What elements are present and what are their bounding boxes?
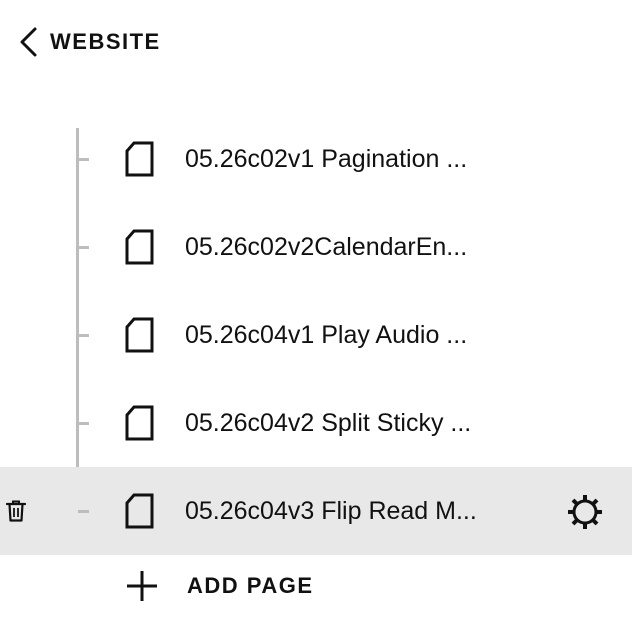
trash-icon[interactable] [5,499,27,523]
page-row[interactable]: 05.26c02v2CalendarEn... [0,203,632,291]
add-page-label: ADD PAGE [187,573,314,598]
page-title: 05.26c04v1 Play Audio ... [185,321,468,349]
tree-branch-tick [78,510,89,513]
page-icon [124,229,156,265]
chevron-left-icon [20,27,37,57]
page-title: 05.26c04v3 Flip Read M... [185,497,477,525]
tree-branch-tick [78,334,89,337]
page-title: 05.26c02v1 Pagination ... [185,145,468,173]
back-button[interactable]: WEBSITE [18,24,161,60]
page-row[interactable]: 05.26c04v1 Play Audio ... [0,291,632,379]
tree-branch-tick [78,158,89,161]
page-row[interactable]: 05.26c04v2 Split Sticky ... [0,379,632,467]
tree-branch-tick [78,422,89,425]
page-list: 05.26c02v1 Pagination ... 05.26c02v2Cale… [0,115,632,555]
page-title: 05.26c02v2CalendarEn... [185,233,468,261]
page-icon [124,405,156,441]
page-row-selected[interactable]: 05.26c04v3 Flip Read M... [0,467,632,555]
plus-icon [127,571,157,601]
page-title: 05.26c04v2 Split Sticky ... [185,409,472,437]
page-icon [124,493,156,529]
page-icon [124,317,156,353]
pages-panel: WEBSITE 05.26c02v1 Pagination ... 05.26c… [0,0,632,640]
gear-icon[interactable] [566,493,604,531]
back-label: WEBSITE [50,29,161,54]
add-page-button[interactable]: ADD PAGE [125,567,314,605]
page-row[interactable]: 05.26c02v1 Pagination ... [0,115,632,203]
tree-branch-tick [78,246,89,249]
page-icon [124,141,156,177]
